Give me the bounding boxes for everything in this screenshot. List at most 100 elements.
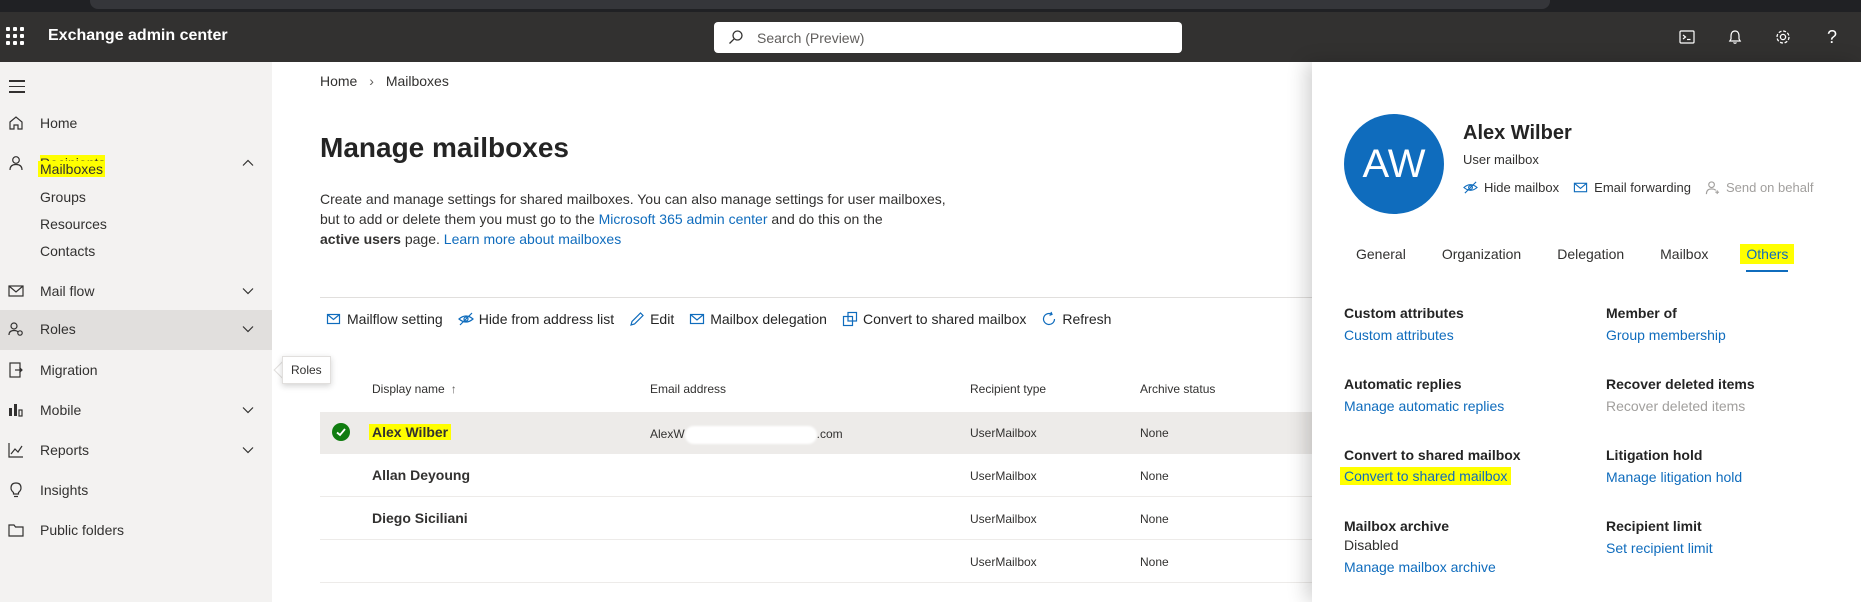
search-icon [729,30,743,44]
recover-deleted-items-link[interactable]: Recover deleted items [1606,398,1745,414]
refresh-button[interactable]: Refresh [1041,311,1111,327]
bell-icon[interactable] [1724,26,1746,48]
panel-user-name: Alex Wilber [1463,122,1572,144]
manage-litigation-hold-link[interactable]: Manage litigation hold [1606,469,1742,485]
manage-mailbox-archive-link[interactable]: Manage mailbox archive [1344,559,1496,575]
cell-display-name[interactable]: Alex Wilber [369,424,452,440]
custom-attributes-title: Custom attributes [1344,305,1464,321]
tab-general[interactable]: General [1352,244,1410,264]
avatar: AW [1344,114,1444,214]
mail-icon [690,313,705,325]
m365-admin-center-link[interactable]: Microsoft 365 admin center [599,211,768,227]
main-content: Home › Mailboxes Manage mailboxes Create… [272,62,1320,602]
nav-label-home: Home [40,115,78,131]
command-bar: Mailflow setting Hide from address list … [326,311,1111,327]
description-text: Create and manage settings for shared ma… [320,191,946,207]
refresh-icon [1043,311,1056,326]
browser-chrome [0,0,1861,12]
chevron-down-icon[interactable] [242,285,254,297]
column-header-archive-status[interactable]: Archive status [1140,382,1215,396]
nav-item-mobile[interactable]: Mobile [0,391,272,429]
chevron-right-icon: › [369,73,374,89]
column-header-recipient-type[interactable]: Recipient type [970,382,1046,396]
nav-sub-contacts[interactable]: Contacts [40,243,95,259]
browser-address-bar[interactable] [90,0,1550,9]
home-icon [9,116,23,130]
breadcrumb-home[interactable]: Home [320,73,357,89]
tab-delegation[interactable]: Delegation [1553,244,1628,264]
breadcrumb-current: Mailboxes [385,73,449,89]
cloud-shell-icon[interactable] [1676,26,1698,48]
column-header-display-name[interactable]: Display name ↑ [372,382,457,396]
nav-label-migration: Migration [40,362,98,378]
app-launcher-icon[interactable] [6,27,24,45]
top-bar: Exchange admin center Search (Preview) ? [0,12,1861,62]
table-row[interactable]: Allan Deyoung UserMailbox None [320,455,1320,497]
column-header-email[interactable]: Email address [650,382,726,396]
cell-recipient-type: UserMailbox [970,512,1037,526]
tab-mailbox[interactable]: Mailbox [1656,244,1712,264]
hide-mailbox-button[interactable]: Hide mailbox [1463,180,1559,195]
table-row[interactable]: Diego Siciliani UserMailbox None [320,498,1320,540]
custom-attributes-link[interactable]: Custom attributes [1344,327,1454,343]
redacted-text [684,426,817,444]
mailbox-delegation-button[interactable]: Mailbox delegation [689,311,827,327]
mailflow-setting-button[interactable]: Mailflow setting [326,311,443,327]
mailflow-setting-label: Mailflow setting [347,311,443,327]
edit-button[interactable]: Edit [629,311,674,327]
search-placeholder: Search (Preview) [757,30,865,46]
search-input[interactable]: Search (Preview) [714,22,1182,53]
tab-others[interactable]: Others [1740,244,1795,272]
panel-tabs: General Organization Delegation Mailbox … [1352,244,1795,272]
app-title[interactable]: Exchange admin center [48,27,228,45]
mailbox-delegation-label: Mailbox delegation [710,311,827,327]
divider [320,297,1320,298]
pencil-icon [630,312,644,326]
convert-to-shared-mailbox-link[interactable]: Convert to shared mailbox [1340,467,1512,485]
table-row[interactable]: Alex Wilber AlexW .com UserMailbox None [320,412,1320,454]
nav-sub-resources[interactable]: Resources [40,216,107,232]
nav-item-public-folders[interactable]: Public folders [0,511,272,549]
manage-automatic-replies-link[interactable]: Manage automatic replies [1344,398,1504,414]
panel-mailbox-type: User mailbox [1463,152,1539,167]
breadcrumb: Home › Mailboxes [320,73,449,89]
chevron-down-icon[interactable] [242,323,254,335]
email-forwarding-button[interactable]: Email forwarding [1573,180,1691,195]
refresh-label: Refresh [1062,311,1112,327]
hidden-eye-icon [1463,181,1478,194]
nav-sub-groups[interactable]: Groups [40,189,86,205]
table-row[interactable]: UserMailbox None [320,541,1320,583]
nav-label-mobile: Mobile [40,402,82,418]
group-membership-link[interactable]: Group membership [1606,327,1726,343]
nav-item-home[interactable]: Home [0,104,272,142]
set-recipient-limit-link[interactable]: Set recipient limit [1606,540,1713,556]
hamburger-icon[interactable] [9,80,25,97]
hidden-eye-icon [457,312,474,326]
nav-item-reports[interactable]: Reports [0,431,272,469]
chevron-down-icon[interactable] [242,444,254,456]
chevron-up-icon[interactable] [242,157,254,169]
convert-to-shared-mailbox-button[interactable]: Convert to shared mailbox [842,311,1026,327]
selected-checkmark-icon[interactable] [332,423,350,441]
recover-deleted-items-title: Recover deleted items [1606,376,1755,392]
cell-display-name[interactable]: Diego Siciliani [372,510,468,526]
folder-icon [8,524,24,537]
help-icon[interactable]: ? [1821,26,1843,48]
mail-icon [1574,182,1588,193]
nav-item-insights[interactable]: Insights [0,471,272,509]
sort-ascending-icon: ↑ [450,382,457,396]
hide-from-address-list-button[interactable]: Hide from address list [457,311,614,327]
send-on-behalf-button[interactable]: Send on behalf [1705,180,1813,195]
convert-to-shared-title: Convert to shared mailbox [1344,447,1521,463]
tab-organization[interactable]: Organization [1438,244,1525,264]
learn-more-link[interactable]: Learn more about mailboxes [444,231,621,247]
nav-item-roles[interactable]: Roles [0,310,272,350]
gear-icon[interactable] [1772,26,1794,48]
description-text: but to add or delete them you must go to… [320,211,599,227]
nav-sub-mailboxes[interactable]: Mailboxes [38,161,106,177]
cell-archive-status: None [1140,512,1169,526]
nav-item-mail-flow[interactable]: Mail flow [0,272,272,310]
cell-display-name[interactable]: Allan Deyoung [372,467,470,483]
chevron-down-icon[interactable] [242,404,254,416]
nav-item-migration[interactable]: Migration [0,351,272,389]
